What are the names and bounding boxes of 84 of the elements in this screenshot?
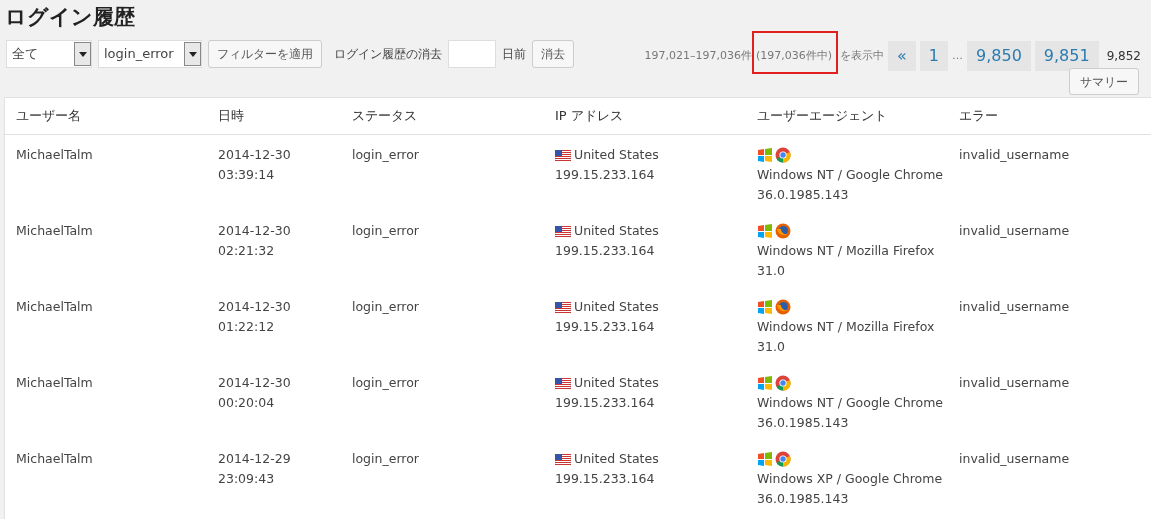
column-header[interactable]: ユーザー名	[16, 108, 81, 124]
table-cell: login_error	[352, 375, 419, 390]
table-cell-text: Windows NT / Google Chrome	[757, 394, 943, 412]
table-cell-text: 199.15.233.164	[555, 470, 655, 488]
us-flag-icon	[555, 149, 571, 161]
firefox-logo-icon	[775, 299, 791, 315]
us-flag-icon	[555, 225, 571, 237]
purge-button[interactable]: 消去	[532, 40, 574, 68]
windows-logo-icon	[757, 451, 773, 467]
table-cell-text: United States	[574, 298, 659, 316]
table-cell-text: United States	[574, 450, 659, 468]
table-cell-text: 2014-12-30	[218, 222, 291, 240]
chrome-logo-icon	[775, 451, 791, 467]
table-cell: invalid_username	[959, 375, 1070, 390]
page-link[interactable]: «	[888, 41, 916, 71]
table-cell-text: 2014-12-30	[218, 146, 291, 164]
table-cell-text: United States	[574, 374, 659, 392]
table-cell-text: Windows XP / Google Chrome	[757, 470, 943, 488]
firefox-logo-icon	[775, 223, 791, 239]
table-cell-text: 31.0	[757, 262, 785, 280]
table-cell: invalid_username	[959, 223, 1070, 238]
page-link[interactable]: 9,851	[1034, 41, 1099, 71]
summary-button[interactable]: サマリー	[1069, 68, 1139, 95]
table-cell-text: 00:20:04	[218, 394, 275, 412]
table-cell-text: 36.0.1985.143	[757, 414, 849, 432]
table-cell-text: Windows NT / Mozilla Firefox	[757, 242, 935, 260]
column-header[interactable]: 日時	[218, 108, 244, 124]
table-cell-text: 2014-12-29	[218, 450, 291, 468]
table-cell: MichaelTalm	[16, 223, 93, 238]
column-header[interactable]: ステータス	[352, 108, 417, 124]
table-cell-text: United States	[574, 146, 659, 164]
table-cell: MichaelTalm	[16, 451, 93, 466]
table-cell-text: 23:09:43	[218, 470, 275, 488]
column-header[interactable]: IP アドレス	[555, 108, 623, 124]
table-cell-text: Windows NT / Mozilla Firefox	[757, 318, 935, 336]
table-cell: login_error	[352, 299, 419, 314]
windows-logo-icon	[757, 375, 773, 391]
table-cell: invalid_username	[959, 451, 1070, 466]
range-text: 197,021–197,036件	[644, 47, 752, 64]
chrome-logo-icon	[775, 375, 791, 391]
total-count-text: (197,036件中)	[755, 47, 833, 65]
table-cell-text: 199.15.233.164	[555, 166, 655, 184]
page-gap-text: …	[952, 47, 963, 64]
us-flag-icon	[555, 301, 571, 313]
windows-logo-icon	[757, 147, 773, 163]
page-link[interactable]: 9,850	[967, 41, 1031, 71]
table-cell-text: 2014-12-30	[218, 298, 291, 316]
days-unit-label: 日前	[502, 46, 526, 63]
table-cell-text: 36.0.1985.143	[757, 490, 849, 508]
chrome-logo-icon	[775, 147, 791, 163]
table-cell-text: 36.0.1985.143	[757, 186, 849, 204]
table-cell-text: 02:21:32	[218, 242, 275, 260]
table-cell: MichaelTalm	[16, 147, 93, 162]
page-link[interactable]: 1	[919, 41, 948, 71]
table-cell-text: Windows NT / Google Chrome	[757, 166, 943, 184]
table-cell: invalid_username	[959, 147, 1070, 162]
windows-logo-icon	[757, 299, 773, 315]
windows-logo-icon	[757, 223, 773, 239]
page-title: ログイン履歴	[5, 4, 135, 31]
table-cell-text: 03:39:14	[218, 166, 275, 184]
table-cell: login_error	[352, 451, 419, 466]
status-filter-select[interactable]: login_error	[98, 40, 202, 68]
apply-filter-button[interactable]: フィルターを適用	[208, 40, 322, 68]
table-cell: login_error	[352, 147, 419, 162]
user-filter-select[interactable]: 全て	[6, 40, 92, 68]
table-cell-text: 31.0	[757, 338, 785, 356]
purge-label: ログイン履歴の消去	[334, 46, 442, 63]
us-flag-icon	[555, 377, 571, 389]
table-cell: invalid_username	[959, 299, 1070, 314]
table-cell: MichaelTalm	[16, 299, 93, 314]
current-page-text: 9,852	[1105, 48, 1142, 65]
days-input-field[interactable]	[448, 40, 496, 68]
table-cell-text: United States	[574, 222, 659, 240]
table-cell-text: 01:22:12	[218, 318, 275, 336]
table-cell: MichaelTalm	[16, 375, 93, 390]
table-cell-text: 2014-12-30	[218, 374, 291, 392]
us-flag-icon	[555, 453, 571, 465]
column-header[interactable]: ユーザーエージェント	[757, 108, 887, 124]
table-cell: login_error	[352, 223, 419, 238]
showing-text: を表示中	[840, 47, 885, 64]
table-cell-text: 199.15.233.164	[555, 242, 655, 260]
table-cell-text: 199.15.233.164	[555, 318, 655, 336]
column-header[interactable]: エラー	[959, 108, 998, 124]
table-cell-text: 199.15.233.164	[555, 394, 655, 412]
